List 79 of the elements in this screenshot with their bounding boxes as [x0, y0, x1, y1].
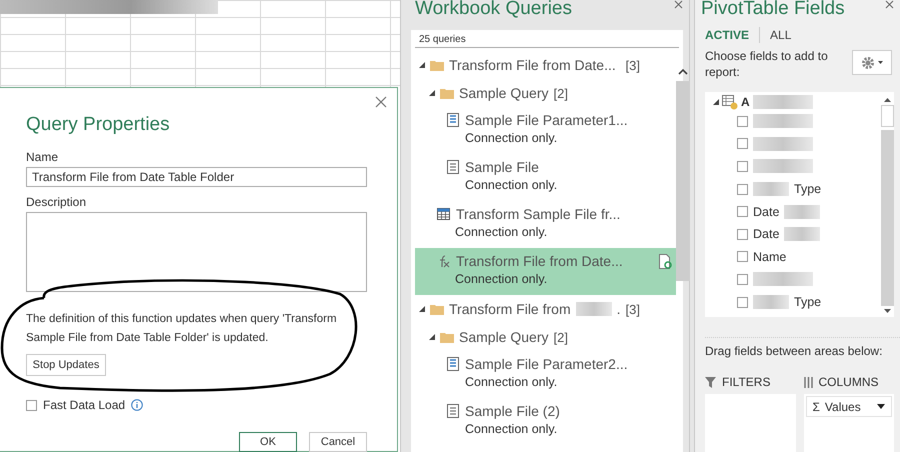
- description-label: Description: [26, 195, 88, 209]
- query-item[interactable]: Sample File Parameter1... Connection only.: [415, 107, 676, 154]
- expanded-arrow-icon[interactable]: [429, 90, 435, 96]
- dialog-button[interactable]: Cancel: [309, 432, 367, 452]
- folder-icon: [440, 332, 454, 342]
- query-count: 25 queries: [415, 30, 679, 48]
- choose-fields-text: Choose fields to add to report:: [705, 48, 829, 80]
- field-name: Date: [753, 204, 780, 219]
- query-item[interactable]: Transform File from Date... Connection only.: [415, 248, 676, 295]
- query-item[interactable]: Sample File (2) Connection only.: [415, 398, 676, 445]
- function-icon: [437, 254, 450, 268]
- field-checkbox[interactable]: [737, 184, 748, 195]
- description-field[interactable]: [26, 212, 367, 292]
- fast-data-load-checkbox[interactable]: [26, 400, 37, 410]
- close-icon[interactable]: [885, 0, 894, 9]
- stop-updates-button[interactable]: Stop Updates: [26, 354, 106, 376]
- values-field[interactable]: Values: [824, 400, 861, 414]
- field-checkbox[interactable]: [737, 274, 748, 285]
- area-label: FILTERS: [722, 375, 770, 389]
- info-icon[interactable]: [131, 399, 144, 411]
- folder-icon: [430, 60, 444, 70]
- settings-button[interactable]: [852, 50, 892, 75]
- table-name: A: [741, 95, 750, 109]
- name-field[interactable]: Transform File from Date Table Folder: [26, 167, 367, 187]
- query-group[interactable]: Sample Query [2]: [411, 323, 676, 351]
- dropdown-icon[interactable]: [877, 404, 885, 409]
- query-item[interactable]: Sample File Connection only.: [415, 154, 676, 201]
- field-checkbox[interactable]: [737, 160, 748, 172]
- query-group[interactable]: Transform File from . [3]: [411, 295, 676, 323]
- field-checkbox[interactable]: [737, 228, 748, 240]
- field-name: Name: [753, 250, 786, 264]
- close-icon[interactable]: [674, 0, 683, 9]
- drag-fields-text: Drag fields between areas below:: [705, 337, 900, 358]
- scroll-down-icon[interactable]: [884, 309, 891, 313]
- query-item[interactable]: Sample File Parameter2... Connection only.: [415, 351, 676, 398]
- filter-icon: [705, 376, 716, 388]
- dialog-button[interactable]: OK: [239, 432, 297, 452]
- scroll-up-icon[interactable]: [884, 98, 891, 102]
- dialog-title: Query Properties: [26, 114, 171, 136]
- field-checkbox[interactable]: [737, 138, 748, 150]
- table-icon: [722, 94, 738, 110]
- field-checkbox[interactable]: [737, 296, 748, 308]
- field-checkbox[interactable]: [737, 206, 748, 218]
- field-checkbox[interactable]: [737, 116, 748, 127]
- close-icon[interactable]: [375, 96, 387, 108]
- scroll-up-icon[interactable]: [678, 68, 688, 75]
- gear-icon[interactable]: [861, 56, 883, 70]
- pane-title: Workbook Queries: [415, 0, 572, 18]
- query-item[interactable]: Transform Sample File fr... Connection only.: [415, 201, 676, 248]
- pane-title: PivotTable Fields: [701, 0, 845, 18]
- columns-icon: [804, 376, 812, 388]
- expanded-arrow-icon[interactable]: [713, 99, 719, 105]
- expanded-arrow-icon[interactable]: [419, 306, 425, 312]
- drop-area[interactable]: Σ Values: [804, 394, 894, 452]
- field-checkbox[interactable]: [737, 251, 748, 262]
- query-group[interactable]: Transform File from Date... [3]: [411, 51, 676, 79]
- redacted-text: [576, 302, 612, 316]
- field-tab[interactable]: ALL: [770, 28, 792, 42]
- field-name: Date: [753, 227, 780, 242]
- folder-icon: [430, 304, 444, 314]
- document-icon: [447, 404, 459, 418]
- field-name: Type: [794, 295, 822, 310]
- query-group[interactable]: Sample Query [2]: [411, 79, 676, 107]
- expanded-arrow-icon[interactable]: [429, 334, 435, 340]
- parameter-icon: [447, 357, 459, 371]
- field-name: Type: [794, 182, 822, 196]
- sigma-symbol: Σ: [812, 400, 820, 414]
- field-tab[interactable]: ACTIVE: [705, 28, 750, 42]
- function-update-note: The definition of this function updates when query 'Transform Sample File from Date Table Folder' is updated.: [26, 312, 338, 346]
- scroll-thumb[interactable]: [881, 105, 894, 127]
- folder-icon: [440, 88, 454, 98]
- table-icon: [437, 208, 450, 220]
- fast-data-load-label: Fast Data Load: [43, 398, 126, 412]
- document-icon: [447, 160, 459, 174]
- parameter-icon: [447, 113, 459, 127]
- expanded-arrow-icon[interactable]: [419, 62, 425, 68]
- refresh-document-icon[interactable]: [658, 254, 672, 268]
- name-label: Name: [26, 150, 60, 164]
- area-label: COLUMNS: [818, 375, 879, 389]
